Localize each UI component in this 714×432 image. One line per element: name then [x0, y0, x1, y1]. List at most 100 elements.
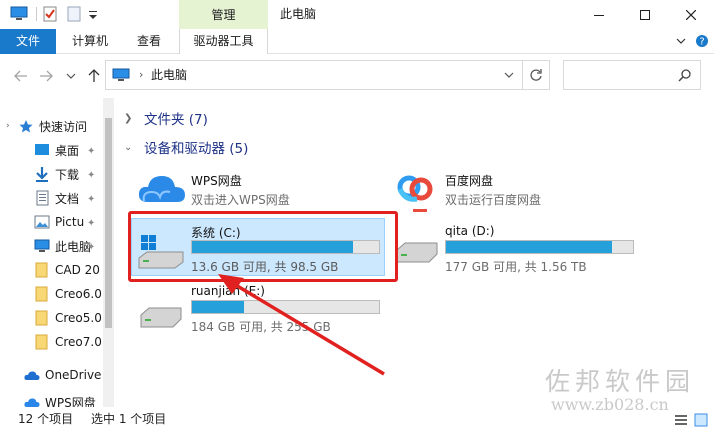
close-icon [686, 9, 696, 20]
minimize-button[interactable] [576, 0, 622, 29]
search-input[interactable] [563, 60, 701, 90]
details-view-icon[interactable] [674, 413, 688, 427]
new-folder-icon[interactable] [67, 5, 81, 23]
refresh-icon [530, 69, 542, 81]
breadcrumb-chevron-icon[interactable]: › [139, 61, 143, 89]
sidebar-item-folder[interactable]: CAD 20 [34, 259, 103, 281]
sidebar-item-folder[interactable]: Creo6.0 [34, 283, 103, 305]
sidebar-item-label: Creo7.0 [55, 335, 102, 349]
tab-drive-tools[interactable]: 驱动器工具 [179, 29, 268, 54]
sidebar-item-folder[interactable]: Creo7.0 [34, 331, 103, 353]
breadcrumb[interactable]: 此电脑 [151, 61, 187, 89]
recent-locations-button[interactable] [62, 67, 80, 85]
maximize-button[interactable] [622, 0, 668, 29]
help-icon[interactable]: ? [695, 34, 709, 48]
up-button[interactable] [85, 67, 103, 85]
watermark-url: www.zb028.cn [551, 395, 669, 414]
star-icon [18, 118, 34, 134]
drive-d-usage-bar [445, 240, 634, 254]
documents-icon [34, 190, 50, 206]
computer-icon[interactable] [10, 5, 28, 23]
drive-d-usage-fill [446, 241, 613, 253]
window-title: 此电脑 [280, 7, 317, 21]
chevron-right-icon[interactable]: ❯ [124, 113, 138, 124]
chevron-down-icon[interactable]: ⌄ [124, 142, 138, 153]
group-title: 文件夹 (7) [144, 112, 208, 128]
sidebar-item-label: 此电脑 [55, 239, 92, 254]
device-subtitle: 双击运行百度网盘 [445, 193, 542, 207]
sidebar-item-label: Pictu [55, 215, 85, 229]
refresh-button[interactable] [523, 60, 550, 90]
back-button[interactable] [12, 67, 30, 85]
computer-icon [34, 238, 50, 254]
title-bar: 管理 此电脑 [0, 0, 714, 29]
drive-icon [396, 242, 438, 263]
sidebar-item-label: 文档 [55, 191, 80, 206]
sidebar-item-label: 桌面 [55, 143, 80, 158]
arrow-right-icon [40, 70, 53, 82]
pin-icon: ✦ [87, 242, 96, 253]
sidebar-item-label: 下载 [55, 167, 80, 182]
context-header-manage: 管理 [179, 0, 268, 29]
drive-icon [140, 307, 182, 328]
device-title: 百度网盘 [445, 174, 494, 188]
arrow-left-icon [14, 70, 27, 82]
sidebar-item-label: CAD 20 [55, 263, 100, 277]
ribbon-tabs: 文件 计算机 查看 驱动器工具 ? [0, 29, 714, 54]
chevron-down-icon [66, 73, 76, 79]
sidebar-scrollbar-thumb[interactable] [105, 118, 112, 328]
sidebar-item-label: Creo6.0 [55, 287, 102, 301]
tab-view[interactable]: 查看 [137, 29, 161, 54]
close-button[interactable] [668, 0, 714, 29]
pin-icon: ✦ [87, 194, 96, 205]
wps-cloud-icon [24, 394, 40, 407]
sidebar-item-folder[interactable]: Creo5.0 [34, 307, 103, 329]
device-title: WPS网盘 [191, 174, 242, 188]
desktop-icon [34, 142, 50, 158]
pin-icon: ✦ [87, 170, 96, 181]
svg-text:?: ? [699, 37, 704, 48]
sidebar-item-label: 快速访问 [39, 119, 88, 134]
device-subtitle: 双击进入WPS网盘 [191, 193, 290, 207]
chevron-right-icon[interactable]: › [6, 121, 16, 131]
device-baidu-cloud[interactable]: 百度网盘 双击运行百度网盘 [395, 167, 635, 221]
device-title: qita (D:) [445, 224, 495, 238]
chevron-down-icon [504, 72, 514, 78]
annotation-arrow-icon [218, 274, 385, 376]
search-icon [678, 69, 691, 82]
onedrive-icon [24, 367, 40, 383]
sidebar-item-label: WPS网盘 [45, 395, 96, 408]
forward-button[interactable] [37, 67, 55, 85]
watermark-text: 佐邦软件园 [545, 367, 696, 396]
group-header-folders[interactable]: ❯ 文件夹 (7) [124, 107, 208, 129]
device-space-info: 177 GB 可用, 共 1.56 TB [445, 260, 587, 274]
quick-access-dropdown-icon[interactable] [88, 5, 98, 23]
group-title: 设备和驱动器 (5) [144, 141, 249, 157]
folder-icon [34, 310, 50, 326]
status-selection-count: 选中 1 个项目 [91, 412, 167, 426]
baidu-cloud-icon [397, 175, 433, 212]
tab-computer[interactable]: 计算机 [72, 29, 108, 54]
sidebar-item-label: Creo5.0 [55, 311, 102, 325]
pictures-icon [34, 214, 50, 230]
address-bar[interactable]: › 此电脑 [105, 60, 523, 90]
pin-icon: ✦ [87, 146, 96, 157]
arrow-up-icon [88, 69, 100, 82]
folder-icon [34, 262, 50, 278]
folder-icon [34, 286, 50, 302]
address-history-button[interactable] [497, 60, 521, 90]
chevron-down-icon[interactable] [674, 34, 688, 48]
sidebar-item-label: OneDrive [45, 368, 102, 382]
pin-icon: ✦ [87, 218, 96, 229]
tab-file[interactable]: 文件 [0, 29, 56, 54]
properties-icon[interactable] [43, 5, 57, 23]
navigation-pane: › 快速访问 桌面 ✦ 下载 ✦ 文档 ✦ Pictu ✦ 此电脑 ✦ CAD … [0, 98, 114, 407]
status-item-count: 12 个项目 [18, 412, 74, 426]
sidebar-item-wps-cloud[interactable]: WPS网盘 [24, 391, 103, 407]
sidebar-item-onedrive[interactable]: OneDrive [24, 364, 103, 386]
download-icon [34, 166, 50, 182]
sidebar-item-quick-access[interactable]: › 快速访问 [6, 115, 103, 137]
minimize-icon [594, 14, 604, 16]
group-header-devices[interactable]: ⌄ 设备和驱动器 (5) [124, 136, 248, 158]
tiles-view-icon[interactable] [694, 413, 708, 427]
